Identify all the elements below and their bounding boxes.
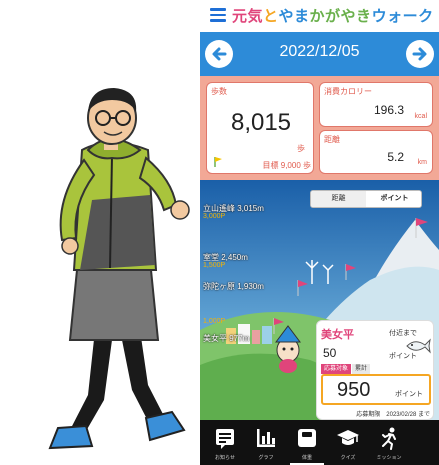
app-title-part: 元気 (232, 8, 264, 25)
calorie-title: 消費カロリー (324, 87, 372, 96)
app-title: 元気とやまかがやきウォーク (232, 5, 434, 25)
toggle-distance[interactable]: 距離 (311, 191, 366, 207)
nav-tab-news[interactable]: お知らせ (205, 420, 245, 465)
running-icon (382, 427, 396, 450)
total-tag: 累計 (352, 364, 370, 374)
nav-tab-weight[interactable]: 体重 (287, 420, 327, 465)
distance-title: 距離 (324, 135, 340, 144)
total-points-box: 950 ポイント (321, 374, 431, 405)
bottom-nav: お知らせ グラフ 体重 クイズ ミッション (200, 420, 439, 465)
landmark-bijodaira: 美女平 977m (203, 334, 250, 343)
landmark-midagahara-points: 1,000P (203, 318, 226, 325)
landmark-murodo-points: 1,500P (203, 262, 226, 269)
distance-unit: km (417, 159, 427, 166)
app-title-part: やま (278, 8, 310, 25)
app-header: 元気とやまかがやきウォーク (200, 0, 439, 30)
distance-card: 距離 5.2 km (319, 130, 433, 174)
calorie-value: 196.3 (373, 103, 404, 117)
stats-area: 歩数 8,015 歩 目標 9,000 歩 消費カロリー 196.3 kcal … (200, 76, 439, 180)
total-points-value: 950 (337, 379, 371, 401)
nav-tab-graph[interactable]: グラフ (246, 420, 286, 465)
bar-chart-icon (257, 429, 275, 447)
prev-day-button[interactable] (205, 40, 233, 68)
date-bar: 2022/12/05 (200, 32, 439, 76)
apply-tag: 応募対象 (321, 364, 351, 374)
nav-label-mission: ミッション (376, 455, 402, 461)
destination-name: 美女平 (321, 329, 354, 341)
calorie-card: 消費カロリー 196.3 kcal (319, 82, 433, 127)
nav-label-news: お知らせ (215, 455, 235, 461)
nav-label-graph: グラフ (258, 455, 274, 461)
next-day-button[interactable] (406, 40, 434, 68)
steps-goal: 目標 9,000 歩 (262, 161, 311, 170)
date-label: 2022/12/05 (279, 43, 360, 60)
distance-value: 5.2 (387, 150, 404, 164)
remaining-points-unit: ポイント (389, 353, 417, 360)
steps-value: 8,015 (230, 109, 292, 136)
news-icon (216, 429, 234, 449)
application-deadline: 応募期限 2023/02/28 まで (356, 412, 430, 418)
app-title-part: かがやき (309, 8, 372, 25)
landmark-midagahara: 弥陀ヶ原 1,930m (203, 282, 264, 291)
landmark-tateyama-points: 3,000P (203, 213, 226, 220)
nav-tab-quiz[interactable]: クイズ (328, 420, 368, 465)
steps-unit: 歩 (297, 144, 305, 153)
total-points-unit: ポイント (395, 391, 423, 398)
steps-card: 歩数 8,015 歩 目標 9,000 歩 (206, 82, 314, 174)
scale-icon (298, 429, 316, 447)
remaining-points-value: 50 (323, 346, 337, 360)
arrow-left-icon (212, 47, 227, 61)
app-title-part: と (263, 8, 279, 25)
scene-overlay: 距離 ポイント 立山遙峰 3,015m 3,000P 室堂 2,450m 1,5… (200, 180, 439, 420)
walking-man-illustration (0, 0, 200, 465)
hamburger-icon[interactable] (210, 8, 226, 22)
view-toggle-control: 距離 ポイント (310, 190, 422, 208)
graduation-cap-icon (337, 430, 359, 445)
toggle-points[interactable]: ポイント (367, 191, 421, 207)
nav-tab-mission[interactable]: ミッション (369, 420, 409, 465)
nav-label-weight: 体重 (301, 455, 312, 461)
destination-info-panel: 美女平 付近まで 50 ポイント 応募対象 累計 950 ポイント 応募期限 2… (316, 320, 434, 420)
arrow-right-icon (412, 47, 427, 61)
steps-title: 歩数 (211, 87, 227, 96)
calorie-unit: kcal (414, 113, 427, 120)
nav-label-quiz: クイズ (340, 455, 356, 461)
app-title-part: ウォーク (371, 8, 434, 25)
